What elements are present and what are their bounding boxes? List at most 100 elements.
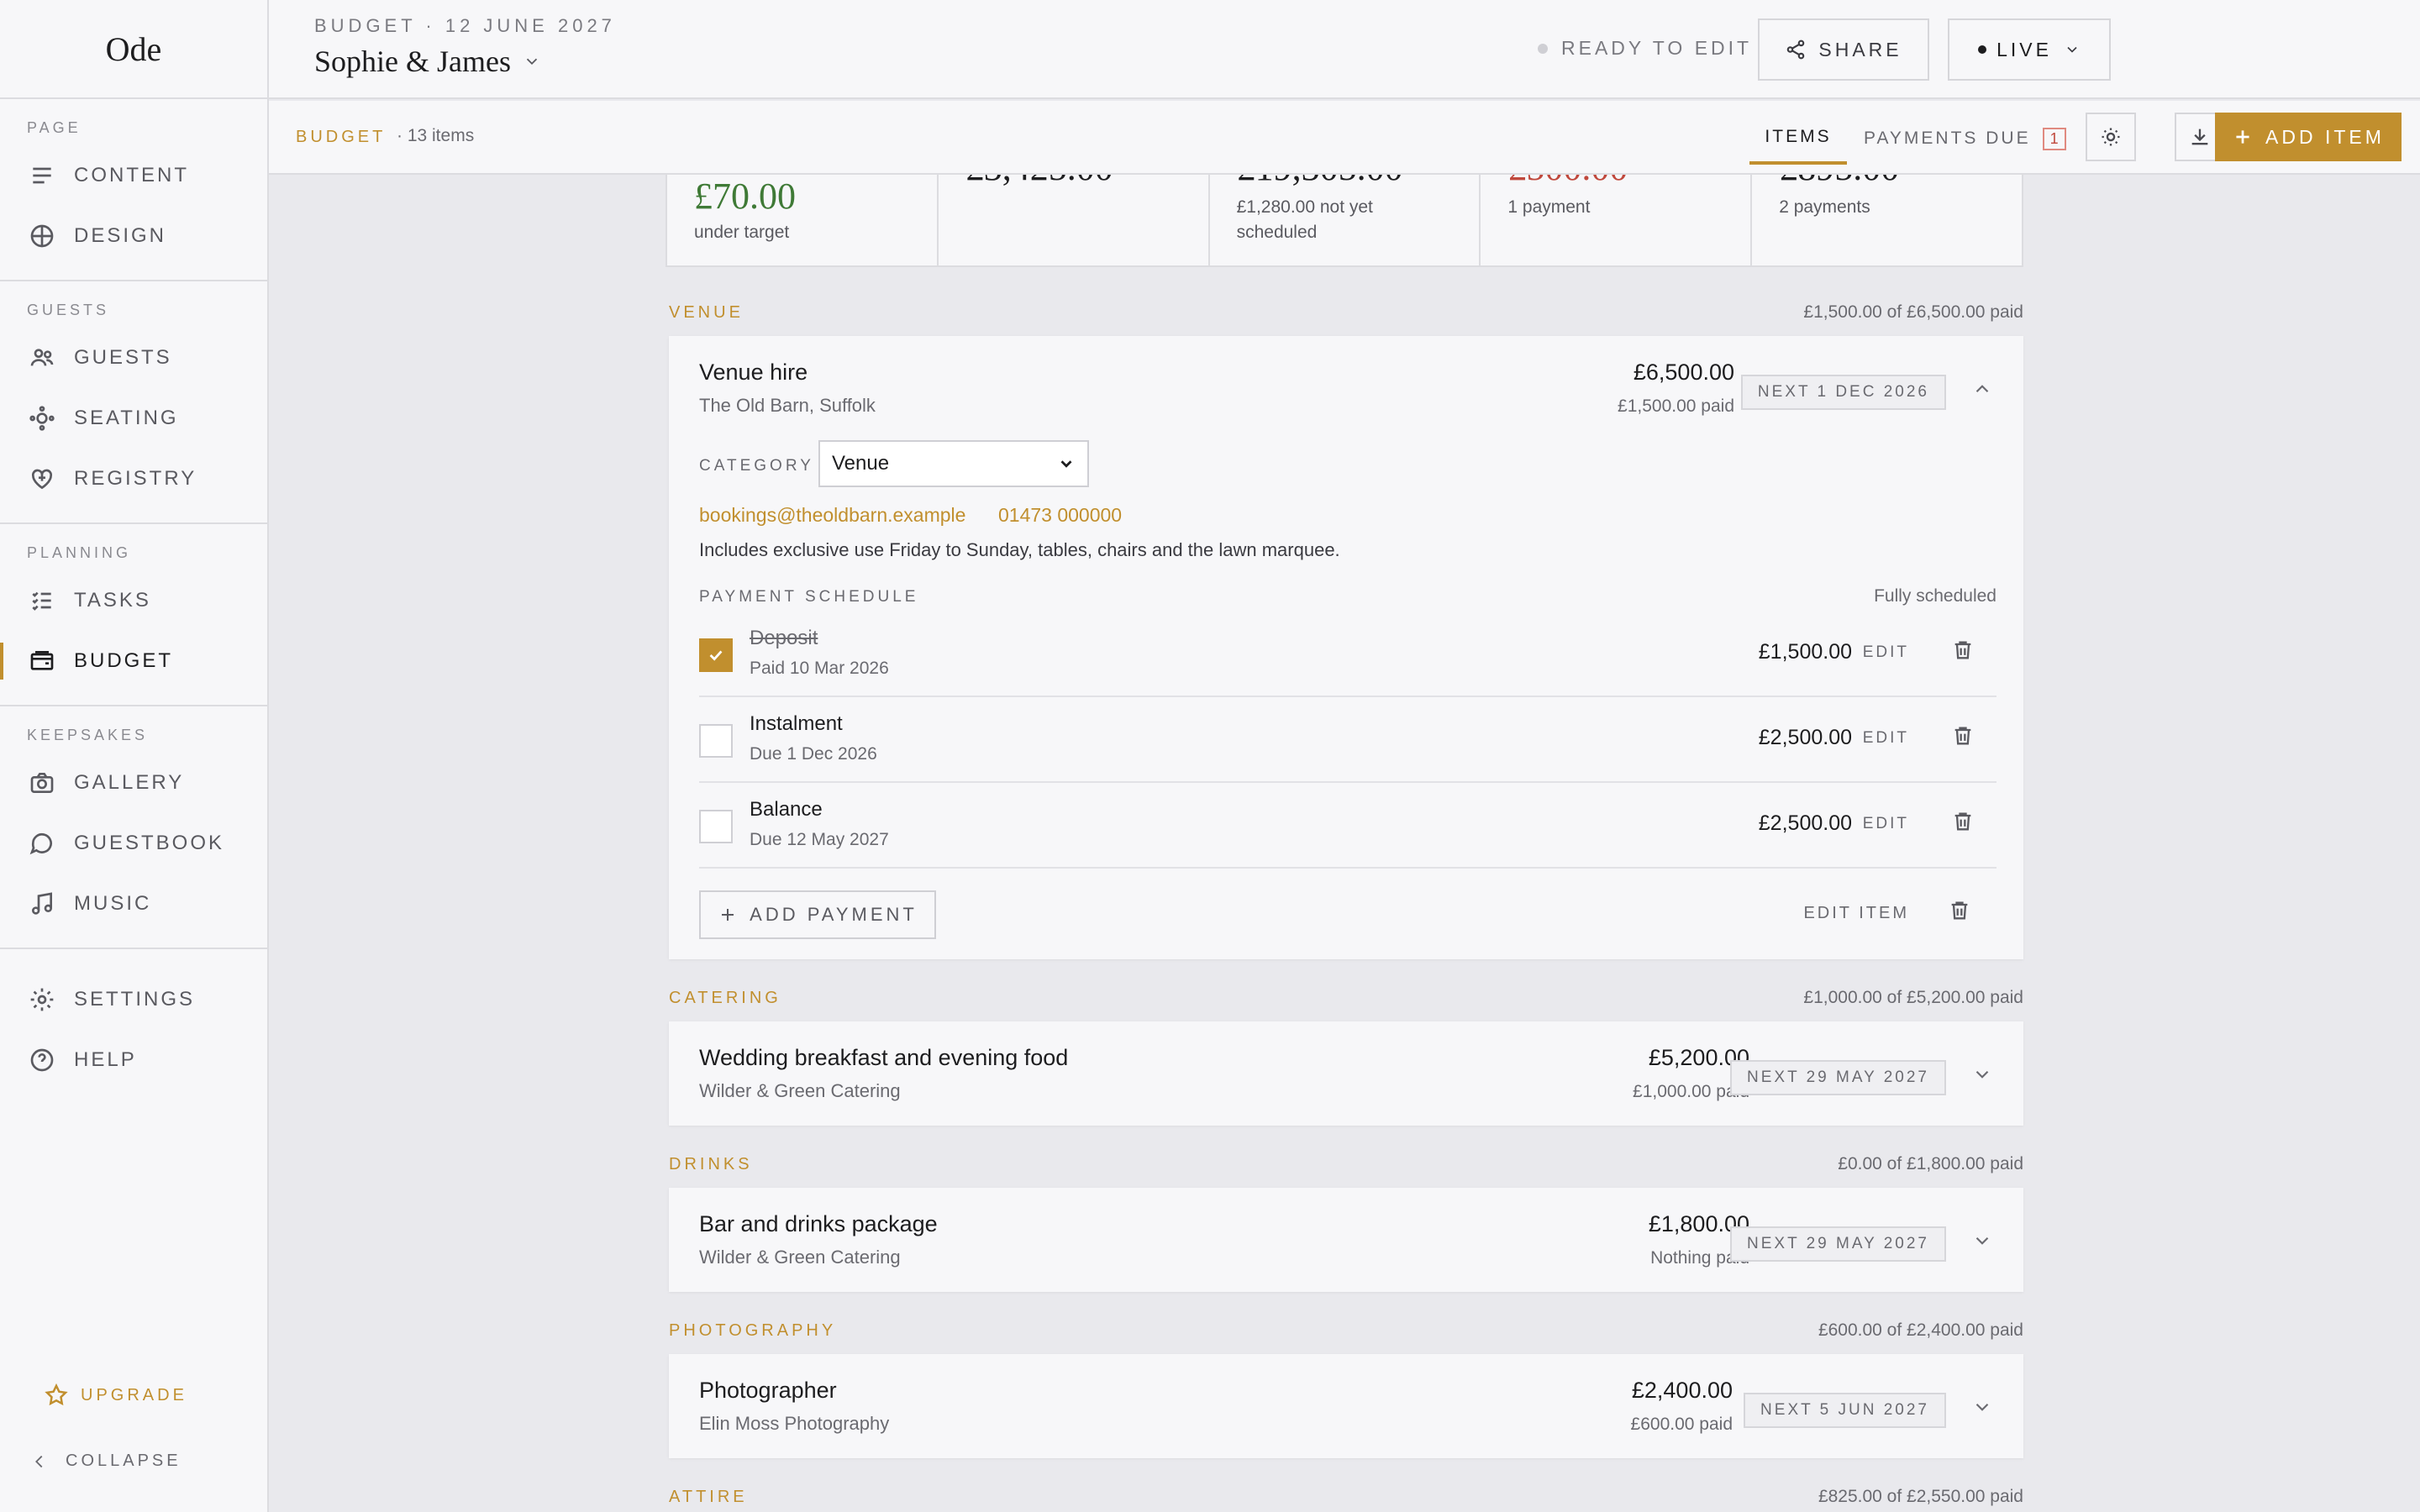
expand-item-button[interactable] <box>1971 1396 1993 1418</box>
sidebar-item-content[interactable]: CONTENT <box>0 145 267 206</box>
sidebar-item-label: DESIGN <box>74 224 167 247</box>
summary-value: £895.00 <box>1779 175 1899 189</box>
upgrade-label: UPGRADE <box>81 1385 187 1404</box>
item-description: Includes exclusive use Friday to Sunday,… <box>699 539 1340 560</box>
delete-payment-button[interactable] <box>1951 810 1980 838</box>
sidebar-item-design[interactable]: DESIGN <box>0 206 267 266</box>
tab-label: PAYMENTS DUE <box>1864 129 2031 148</box>
delete-payment-button[interactable] <box>1951 638 1980 667</box>
schedule-status: Fully scheduled <box>1874 586 1996 606</box>
item-name: Photographer <box>699 1378 837 1403</box>
payment-paid-checkbox[interactable] <box>699 638 733 672</box>
payment-name: Instalment <box>750 712 843 735</box>
category-selected: Venue <box>832 452 890 475</box>
sidebar-item-label: REGISTRY <box>74 467 197 490</box>
camera-icon <box>27 768 57 798</box>
add-payment-label: ADD PAYMENT <box>750 904 918 925</box>
item-vendor: The Old Barn, Suffolk <box>699 395 876 416</box>
collapse-item-button[interactable] <box>1971 378 1993 400</box>
sidebar-item-label: SETTINGS <box>74 988 196 1011</box>
payment-paid-checkbox[interactable] <box>699 724 733 758</box>
chevron-left-icon <box>35 1455 43 1467</box>
chevron-down-icon <box>1060 460 1072 468</box>
edit-payment-button[interactable]: EDIT <box>1863 815 1909 833</box>
add-payment-button[interactable]: ADD PAYMENT <box>699 890 936 939</box>
share-button[interactable]: SHARE <box>1758 18 1929 81</box>
upgrade-link[interactable]: UPGRADE <box>44 1383 187 1408</box>
heart-gift-icon <box>27 464 57 494</box>
tab-payments-due[interactable]: PAYMENTS DUE 1 <box>1864 113 2066 165</box>
item-amount: £6,500.00 <box>1633 360 1734 385</box>
sidebar-item-guestbook[interactable]: GUESTBOOK <box>0 813 267 874</box>
people-icon <box>27 343 57 373</box>
sidebar-item-label: HELP <box>74 1048 137 1071</box>
status-dot <box>1538 43 1548 54</box>
summary-value: £500.00 <box>1507 175 1628 189</box>
chevron-up-icon <box>1975 385 1989 393</box>
item-name: Venue hire <box>699 360 808 385</box>
star-icon <box>45 1383 68 1406</box>
collapse-sidebar-button[interactable]: COLLAPSE <box>30 1452 182 1471</box>
budget-summary: £70.00 under target £3,425.00 £19,305.00… <box>666 175 2023 267</box>
summary-sub: under target <box>694 223 790 242</box>
globe-icon <box>27 221 57 251</box>
sidebar-item-seating[interactable]: SEATING <box>0 388 267 449</box>
edit-payment-button[interactable]: EDIT <box>1863 643 1909 662</box>
summary-card: £19,305.00 £1,280.00 not yet scheduled <box>1210 175 1481 265</box>
category-paid: £0.00 of £1,800.00 paid <box>1838 1154 2023 1173</box>
gear-icon <box>27 984 57 1015</box>
app-logo[interactable]: Ode <box>0 0 267 99</box>
budget-item-photography[interactable]: Photographer Elin Moss Photography £2,40… <box>669 1354 2023 1458</box>
sidebar-item-tasks[interactable]: TASKS <box>0 570 267 631</box>
item-vendor: Elin Moss Photography <box>699 1413 890 1434</box>
sidebar-item-registry[interactable]: REGISTRY <box>0 449 267 509</box>
chevron-down-icon <box>2067 46 2077 53</box>
summary-sub: £1,280.00 not yet scheduled <box>1236 197 1373 242</box>
summary-card: £3,425.00 <box>939 175 1210 265</box>
category-header-photography: PHOTOGRAPHY £600.00 of £2,400.00 paid <box>669 1320 2023 1341</box>
category-header-drinks: DRINKS £0.00 of £1,800.00 paid <box>669 1154 2023 1174</box>
item-vendor: Wilder & Green Catering <box>699 1247 901 1268</box>
category-name: PHOTOGRAPHY <box>669 1320 837 1340</box>
budget-settings-button[interactable] <box>2086 113 2136 161</box>
item-paid: £1,500.00 paid <box>1618 396 1734 416</box>
expand-item-button[interactable] <box>1971 1063 1993 1085</box>
sidebar-item-gallery[interactable]: GALLERY <box>0 753 267 813</box>
nav-section-keepsakes: KEEPSAKES GALLERY GUESTBOOK MUSIC <box>0 706 267 949</box>
add-item-label: ADD ITEM <box>2265 125 2385 148</box>
budget-item-catering[interactable]: Wedding breakfast and evening food Wilde… <box>669 1021 2023 1126</box>
share-icon <box>1787 39 1805 60</box>
category-select[interactable]: Venue <box>818 440 1089 487</box>
sidebar-item-settings[interactable]: SETTINGS <box>0 969 267 1030</box>
chevron-down-icon <box>526 58 538 66</box>
tab-items[interactable]: ITEMS <box>1749 113 1847 165</box>
next-payment-badge: NEXT 1 DEC 2026 <box>1740 375 1946 410</box>
sidebar-item-help[interactable]: HELP <box>0 1030 267 1090</box>
nav-section-page: PAGE CONTENT DESIGN <box>0 99 267 281</box>
sidebar-item-music[interactable]: MUSIC <box>0 874 267 934</box>
summary-card: £895.00 2 payments <box>1752 175 2022 265</box>
trash-icon <box>1954 812 1971 831</box>
trash-icon <box>1954 641 1971 659</box>
event-switcher[interactable]: Sophie & James <box>314 44 541 79</box>
music-icon <box>27 889 57 919</box>
nav-section-misc: SETTINGS HELP <box>0 949 267 1104</box>
sidebar-item-budget[interactable]: BUDGET <box>0 631 267 691</box>
edit-item-button[interactable]: EDIT ITEM <box>1803 904 1909 923</box>
sidebar-item-guests[interactable]: GUESTS <box>0 328 267 388</box>
budget-item-drinks[interactable]: Bar and drinks package Wilder & Green Ca… <box>669 1188 2023 1292</box>
vendor-email-link[interactable]: bookings@theoldbarn.example <box>699 504 965 527</box>
category-paid: £825.00 of £2,550.00 paid <box>1818 1487 2023 1506</box>
delete-item-button[interactable] <box>1948 899 1976 927</box>
add-item-button[interactable]: ADD ITEM <box>2215 113 2402 161</box>
nav-heading: PAGE <box>27 119 82 136</box>
checklist-icon <box>27 585 57 616</box>
delete-payment-button[interactable] <box>1951 724 1980 753</box>
nav-heading: GUESTS <box>27 302 110 318</box>
expand-item-button[interactable] <box>1971 1230 1993 1252</box>
live-status-dropdown[interactable]: LIVE <box>1948 18 2111 81</box>
edit-payment-button[interactable]: EDIT <box>1863 729 1909 748</box>
vendor-phone-link[interactable]: 01473 000000 <box>998 504 1122 527</box>
payment-amount: £2,500.00 <box>1758 726 1852 749</box>
payment-paid-checkbox[interactable] <box>699 810 733 843</box>
